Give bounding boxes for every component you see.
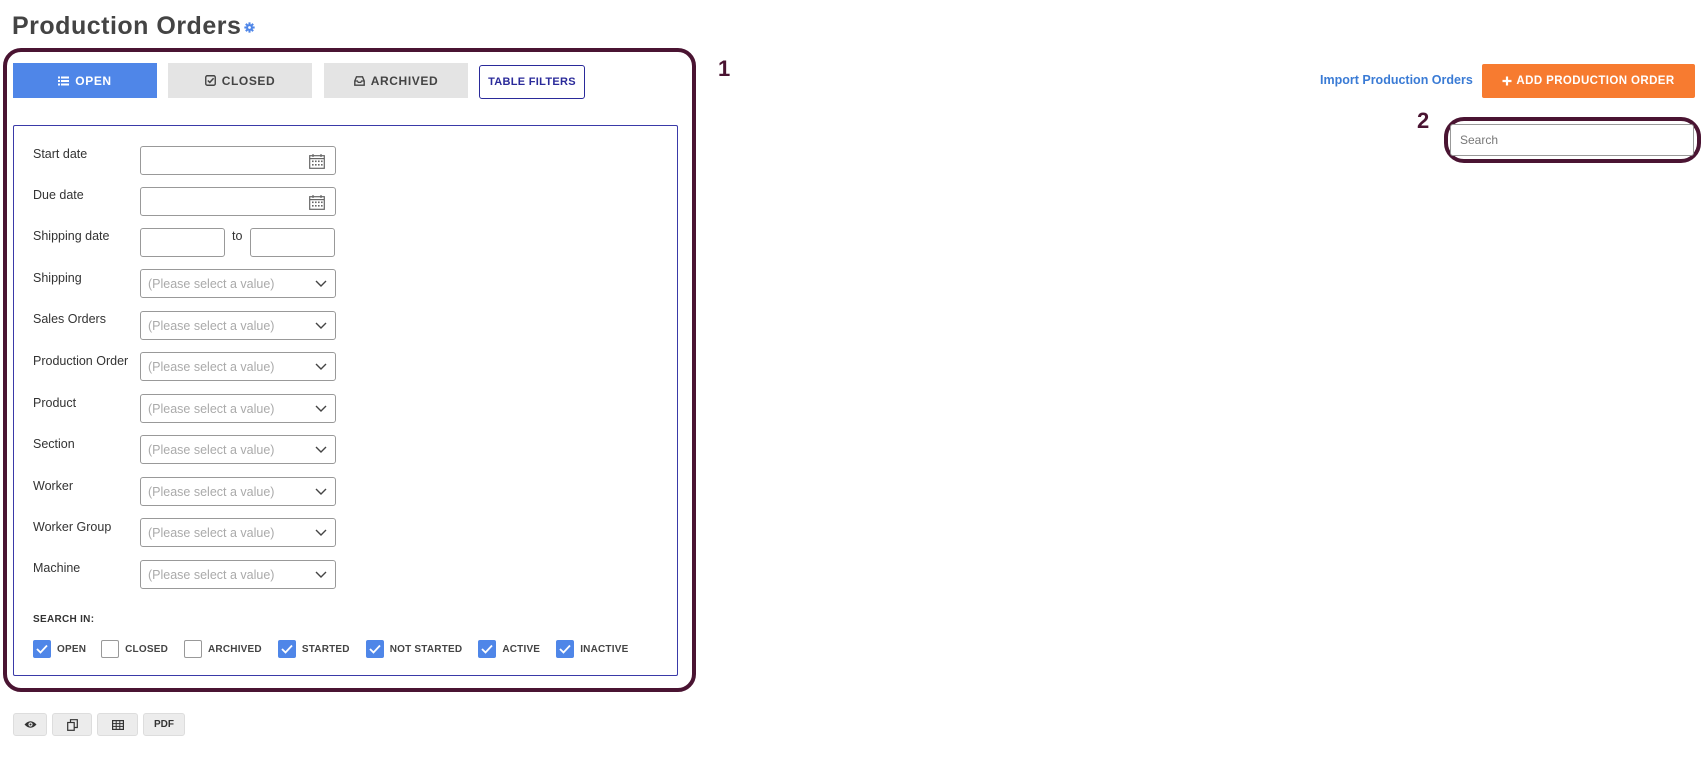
- checkmark-icon: [481, 644, 493, 654]
- checkbox-archived-box[interactable]: [184, 640, 203, 658]
- shipping-select-value: (Please select a value): [148, 276, 275, 291]
- checkbox-started-label: STARTED: [301, 643, 350, 655]
- chevron-down-icon: [315, 529, 327, 536]
- worker-group-select[interactable]: (Please select a value): [140, 518, 336, 547]
- production-order-select[interactable]: (Please select a value): [140, 352, 336, 381]
- checkbox-active-box[interactable]: [478, 640, 497, 658]
- copy-button[interactable]: [52, 713, 92, 736]
- inbox-icon: [353, 75, 365, 86]
- checkbox-closed-label: CLOSED: [125, 643, 169, 655]
- add-production-order-button[interactable]: ADD PRODUCTION ORDER: [1482, 64, 1695, 98]
- checkmark-icon: [281, 644, 293, 654]
- machine-select-value: (Please select a value): [148, 567, 275, 582]
- checkbox-inactive[interactable]: INACTIVE: [556, 640, 628, 658]
- search-in-label: SEARCH IN:: [33, 614, 95, 625]
- checkbox-archived-label: ARCHIVED: [208, 643, 262, 655]
- page-title: Production Orders: [12, 12, 256, 41]
- shipping-date-label: Shipping date: [33, 229, 110, 243]
- annotation-marker-1: 1: [718, 56, 731, 81]
- due-date-label: Due date: [33, 188, 84, 202]
- due-date-input[interactable]: [140, 187, 336, 216]
- tab-archived-label: ARCHIVED: [370, 73, 439, 88]
- worker-group-select-value: (Please select a value): [148, 525, 275, 540]
- chevron-down-icon: [315, 446, 327, 453]
- worker-group-label: Worker Group: [33, 520, 112, 534]
- production-order-select-value: (Please select a value): [148, 359, 275, 374]
- checkbox-started[interactable]: STARTED: [277, 640, 350, 658]
- checkbox-open-label: OPEN: [57, 643, 87, 655]
- chevron-down-icon: [315, 363, 327, 370]
- worker-label: Worker: [33, 479, 74, 493]
- view-button[interactable]: [13, 713, 47, 736]
- chevron-down-icon: [315, 322, 327, 329]
- checkbox-not-started-box[interactable]: [365, 640, 384, 658]
- checkmark-icon: [559, 644, 571, 654]
- section-label: Section: [33, 437, 75, 451]
- filter-panel: [13, 125, 678, 676]
- shipping-date-to-label: to: [232, 229, 243, 243]
- pdf-button[interactable]: PDF: [143, 713, 185, 736]
- worker-select[interactable]: (Please select a value): [140, 477, 336, 506]
- chevron-down-icon: [315, 571, 327, 578]
- checkbox-open[interactable]: OPEN: [33, 640, 86, 658]
- worker-select-value: (Please select a value): [148, 484, 275, 499]
- product-select-value: (Please select a value): [148, 401, 275, 416]
- checkbox-active-label: ACTIVE: [502, 643, 541, 655]
- search-input[interactable]: [1450, 124, 1694, 156]
- table-filters-button[interactable]: TABLE FILTERS: [479, 65, 585, 99]
- tab-closed-label: CLOSED: [221, 73, 276, 88]
- production-order-label: Production Order: [33, 354, 129, 368]
- table-icon: [111, 719, 124, 730]
- chevron-down-icon: [315, 280, 327, 287]
- start-date-label: Start date: [33, 147, 88, 161]
- calendar-icon[interactable]: [309, 195, 325, 210]
- copy-icon: [66, 718, 78, 731]
- shipping-date-from-input[interactable]: [140, 228, 225, 257]
- chevron-down-icon: [315, 488, 327, 495]
- search-in-checkboxes: OPEN CLOSED ARCHIVED STARTED NOT STARTED…: [33, 639, 628, 659]
- product-label: Product: [33, 396, 77, 410]
- list-icon: [58, 76, 70, 85]
- checkbox-inactive-box[interactable]: [556, 640, 575, 658]
- checkbox-closed-box[interactable]: [101, 640, 120, 658]
- sales-orders-label: Sales Orders: [33, 312, 106, 326]
- product-select[interactable]: (Please select a value): [140, 394, 336, 423]
- checkbox-archived[interactable]: ARCHIVED: [184, 640, 262, 658]
- page-title-text: Production Orders: [12, 12, 242, 40]
- tab-open[interactable]: OPEN: [13, 63, 157, 98]
- tab-closed[interactable]: CLOSED: [168, 63, 312, 98]
- checkbox-active[interactable]: ACTIVE: [478, 640, 540, 658]
- plus-icon: [1502, 76, 1512, 86]
- calendar-icon[interactable]: [309, 154, 325, 169]
- checkbox-open-box[interactable]: [33, 640, 51, 658]
- section-select[interactable]: (Please select a value): [140, 435, 336, 464]
- shipping-label: Shipping: [33, 271, 82, 285]
- shipping-date-to-input[interactable]: [250, 228, 335, 257]
- checkmark-icon: [36, 644, 48, 654]
- checkbox-closed[interactable]: CLOSED: [101, 640, 168, 658]
- chevron-down-icon: [315, 405, 327, 412]
- eye-icon: [24, 721, 36, 728]
- annotation-marker-2: 2: [1417, 108, 1430, 133]
- checkbox-not-started[interactable]: NOT STARTED: [365, 640, 463, 658]
- import-production-orders-link[interactable]: Import Production Orders: [1320, 73, 1473, 87]
- tab-archived[interactable]: ARCHIVED: [324, 63, 468, 98]
- checkbox-started-box[interactable]: [277, 640, 296, 658]
- gear-icon[interactable]: [244, 22, 256, 33]
- machine-label: Machine: [33, 561, 81, 575]
- section-select-value: (Please select a value): [148, 442, 275, 457]
- checkmark-icon: [369, 644, 381, 654]
- table-export-button[interactable]: [97, 713, 138, 736]
- checkbox-not-started-label: NOT STARTED: [389, 643, 463, 655]
- sales-orders-select-value: (Please select a value): [148, 318, 275, 333]
- start-date-input[interactable]: [140, 146, 336, 175]
- shipping-select[interactable]: (Please select a value): [140, 269, 336, 298]
- check-square-icon: [204, 75, 216, 86]
- tab-open-label: OPEN: [75, 73, 112, 88]
- machine-select[interactable]: (Please select a value): [140, 560, 336, 589]
- checkbox-inactive-label: INACTIVE: [580, 643, 629, 655]
- sales-orders-select[interactable]: (Please select a value): [140, 311, 336, 340]
- add-production-order-label: ADD PRODUCTION ORDER: [1516, 75, 1675, 87]
